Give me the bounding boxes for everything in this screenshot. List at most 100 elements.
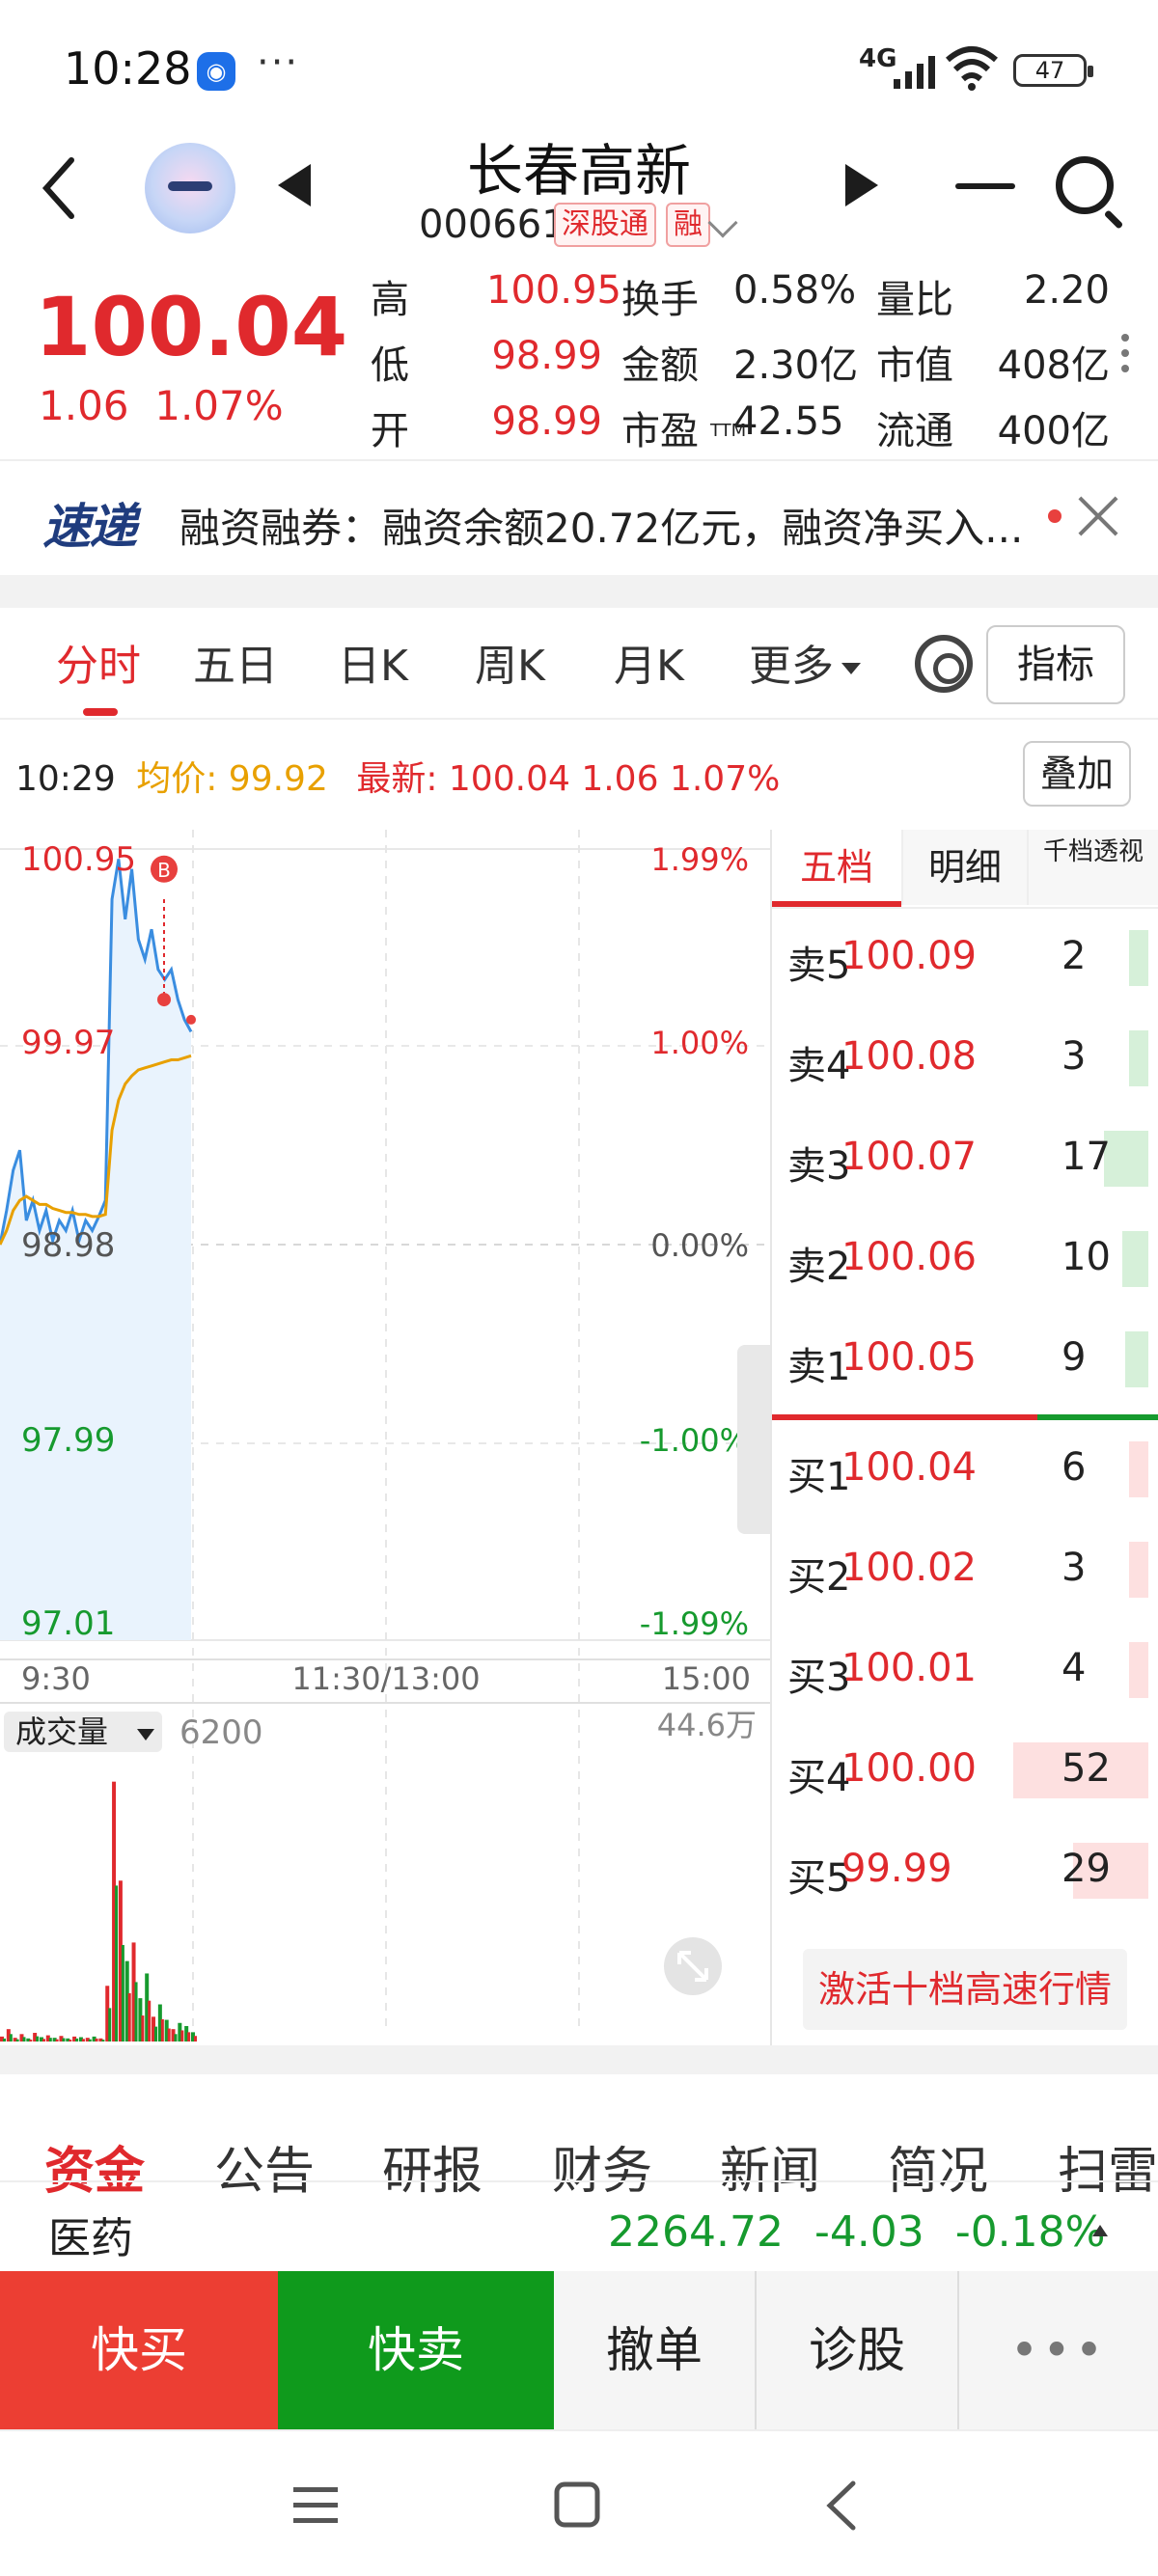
latest-label: 最新: [356,759,438,799]
ask-volume: 2 [1062,934,1087,978]
overlay-button[interactable]: 叠加 [1023,741,1131,807]
ask-row[interactable]: 卖4 100.08 3 [772,1009,1158,1110]
tab-intraday[interactable]: 分时 [56,631,141,693]
bid-row[interactable]: 买2 100.02 3 [772,1521,1158,1621]
ask-price: 100.06 [841,1235,977,1279]
x-tick-label: 9:30 [21,1660,91,1697]
volume-bar [22,2037,26,2042]
back-arrow-icon[interactable] [39,154,77,222]
more-vertical-icon[interactable] [1121,334,1129,380]
quote-row: 高 100.95 换手 0.58% 量比 2.20 [367,268,1139,326]
activate-level10-button[interactable]: 激活十档高速行情 [803,1949,1127,2030]
quick-sell-button[interactable]: 快卖 [278,2271,554,2429]
change-percent: 1.07% [154,382,284,429]
gear-icon[interactable] [915,635,973,693]
ask-price: 100.05 [841,1335,977,1380]
divider [0,575,1158,608]
volume-bar [160,2018,164,2042]
bid-volume: 3 [1062,1546,1087,1590]
volume-bar [81,2039,85,2042]
ask-volume: 10 [1062,1235,1111,1279]
y-tick-label-left: 100.95 [21,840,136,879]
order-book: 五档 明细 千档透视 卖5 100.09 2 卖4 100.08 3 卖3 100.07 17 卖… [772,830,1158,2045]
ask-row[interactable]: 卖2 100.06 10 [772,1210,1158,1310]
volume-max: 44.6万 [657,1707,757,1743]
volume-bar [1125,1331,1148,1387]
bid-row[interactable]: 买3 100.01 4 [772,1621,1158,1721]
x-tick-label: 15:00 [662,1660,751,1697]
ask-row[interactable]: 卖5 100.09 2 [772,909,1158,1009]
y-tick-label-right: -1.99% [640,1605,749,1642]
x-tick-label: 11:30/13:00 [291,1660,480,1697]
wifi-icon [946,46,998,91]
volume-bar [62,2038,66,2042]
bid-row[interactable]: 买4 100.00 52 [772,1721,1158,1822]
diagnose-button[interactable]: 诊股 [757,2271,959,2429]
app-notification-icon: ◉ [197,52,235,91]
home-icon[interactable] [554,2481,600,2528]
quote-label: 低 [371,343,409,388]
orderbook-tabs: 五档 明细 千档透视 [772,830,1158,909]
screen: 10:28 ◉ ··· 4G 47 长春高新 000661 深股通 融 100. [0,0,1158,2576]
ask-price: 100.08 [841,1034,977,1079]
more-button[interactable]: ••• [959,2271,1158,2429]
news-ticker[interactable]: 速递 融资融券：融资余额20.72亿元，融资净买入... [0,459,1158,571]
chevron-down-icon[interactable] [707,207,738,238]
trade-point [157,993,171,1007]
back-icon[interactable] [822,2480,861,2532]
tab-daily-k[interactable]: 日K [338,631,408,693]
tab-five-day[interactable]: 五日 [193,631,278,693]
volume-bar [134,1982,138,2042]
ticker-text[interactable]: 融资融券：融资余额20.72亿元，融资净买入... [179,496,1029,555]
more-notifications-icon: ··· [257,41,300,85]
change-value: 1.06 [39,382,129,429]
next-stock-icon[interactable] [845,164,878,206]
tab-five-levels[interactable]: 五档 [772,830,901,905]
quote-value: 0.58% [733,268,857,313]
chart-tabs: 分时 五日 日K 周K 月K 更多 指标 [0,608,1158,720]
volume-bar [9,2034,13,2042]
signal-icon [894,56,935,89]
volume-bar [148,2000,152,2042]
industry-row[interactable]: 医药 2264.72 -4.03 -0.18% [0,2180,1158,2273]
quote-value: 98.99 [491,399,602,444]
tab-more-label: 更多 [749,642,834,691]
quote-label: 换手 [621,278,699,322]
volume-bar [69,2040,72,2042]
volume-bar [41,2039,45,2042]
minus-icon[interactable] [955,183,1015,189]
volume-bar [1129,1030,1148,1086]
volume-bar [180,2030,184,2042]
cancel-order-button[interactable]: 撤单 [554,2271,757,2429]
status-bar: 10:28 ◉ ··· 4G 47 [0,0,1158,135]
tab-depth[interactable]: 千档透视 [1027,830,1158,905]
avatar[interactable] [145,143,235,233]
volume-bar [75,2038,79,2042]
volume-bar [115,1885,119,2042]
menu-icon[interactable] [291,2485,340,2526]
intraday-chart[interactable]: B 100.95 99.97 98.98 97.99 97.01 1.99% 1.00% 0.0… [0,830,772,2045]
tab-more[interactable]: 更多 [749,631,861,693]
bid-volume: 52 [1062,1746,1111,1791]
y-tick-label-left: 99.97 [21,1024,115,1062]
tab-details[interactable]: 明细 [901,830,1027,905]
close-icon[interactable] [1077,494,1121,538]
industry-pct: -0.18% [954,2207,1106,2257]
previous-stock-icon[interactable] [278,164,311,206]
expand-up-icon[interactable] [1092,2225,1108,2236]
quick-buy-button[interactable]: 快买 [0,2271,278,2429]
indicator-button[interactable]: 指标 [986,625,1125,704]
bid-row[interactable]: 买1 100.04 6 [772,1420,1158,1521]
quote-label: 市值 [876,343,953,388]
volume-bar [141,2015,145,2042]
ask-row[interactable]: 卖1 100.05 9 [772,1310,1158,1411]
tab-monthly-k[interactable]: 月K [614,631,684,693]
y-tick-label-right: 1.99% [650,841,749,878]
tab-weekly-k[interactable]: 周K [475,631,545,693]
search-icon[interactable] [1056,156,1114,214]
volume-bar [1129,1441,1148,1497]
bid-row[interactable]: 买5 99.99 29 [772,1822,1158,1922]
side-drawer-handle[interactable] [737,1345,770,1534]
ask-row[interactable]: 卖3 100.07 17 [772,1110,1158,1210]
volume-bar [48,2038,52,2042]
